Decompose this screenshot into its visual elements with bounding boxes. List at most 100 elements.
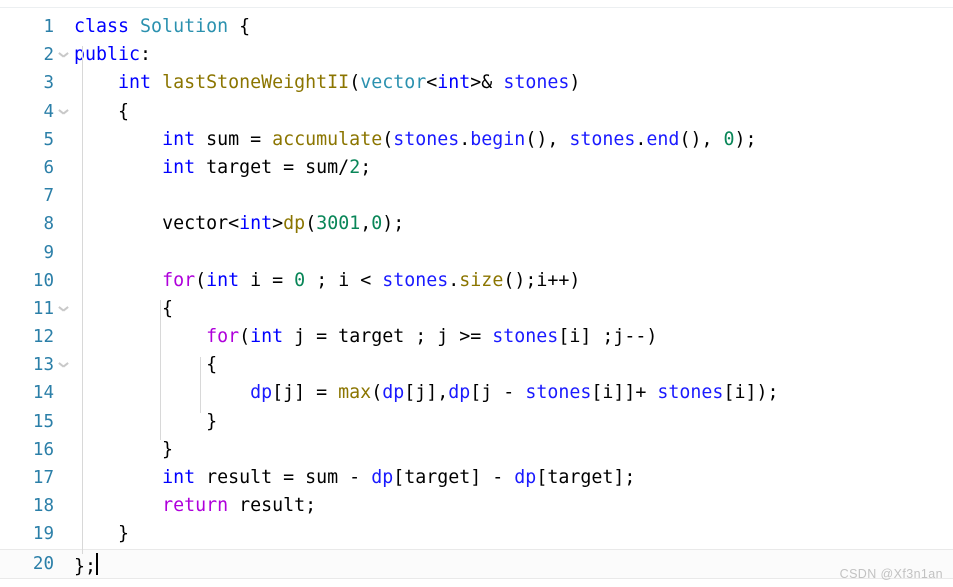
line-content[interactable]: for(int i = 0 ; i < stones.size();i++) (74, 267, 953, 295)
code-token: ; (360, 156, 372, 178)
line-content[interactable]: { (74, 351, 953, 379)
code-line[interactable]: 5 int sum = accumulate(stones.begin(), s… (0, 126, 953, 154)
indent-guide (200, 357, 201, 413)
code-token: dp (283, 213, 306, 235)
code-line[interactable]: 7 (0, 182, 953, 210)
code-token: ();i++) (503, 269, 581, 291)
text-cursor (96, 552, 99, 575)
code-token: ); (734, 128, 757, 150)
line-number: 20 (32, 553, 54, 574)
code-line[interactable]: 19 } (0, 520, 953, 548)
code-line[interactable]: 8 vector<int>dp(3001,0); (0, 210, 953, 238)
code-token: ( (305, 213, 317, 235)
line-content[interactable]: int target = sum/2; (74, 154, 953, 182)
code-token: ( (349, 72, 361, 94)
code-token: [i]]+ (591, 382, 658, 404)
code-line[interactable]: 20}; (0, 548, 953, 581)
code-line[interactable]: 14 dp[j] = max(dp[j],dp[j - stones[i]]+ … (0, 379, 953, 407)
line-content[interactable]: int result = sum - dp[target] - dp[targe… (74, 464, 953, 492)
line-content[interactable]: { (74, 98, 953, 126)
code-token: j = target ; j >= (283, 326, 493, 348)
code-token: accumulate (272, 128, 383, 150)
code-token: size (459, 269, 504, 291)
line-content[interactable]: public: (74, 41, 953, 69)
code-line[interactable]: 9 (0, 239, 953, 267)
line-number: 9 (43, 242, 54, 263)
code-lines-container[interactable]: 1 class Solution {2 public: 3 int lastStone… (0, 13, 953, 579)
code-token: Solution (140, 16, 229, 37)
line-content[interactable]: int lastStoneWeightII(vector<int>& stone… (74, 69, 953, 97)
line-content[interactable]: for(int j = target ; j >= stones[i] ;j--… (74, 323, 953, 351)
code-editor[interactable]: 1 class Solution {2 public: 3 int lastStone… (0, 0, 953, 587)
line-number: 3 (43, 73, 54, 94)
code-token: result = sum - (195, 467, 372, 488)
line-content[interactable]: int sum = accumulate(stones.begin(), sto… (74, 126, 953, 154)
indent-guide (82, 46, 83, 554)
code-token: for (206, 326, 240, 348)
code-token: ( (371, 382, 383, 404)
code-token: ( (195, 269, 207, 291)
code-token: int (250, 326, 284, 348)
code-token: int (206, 269, 240, 291)
code-line[interactable]: 17 int result = sum - dp[target] - dp[ta… (0, 464, 953, 492)
line-content[interactable]: class Solution { (74, 13, 953, 41)
line-number: 8 (43, 214, 54, 235)
code-token: , (360, 213, 372, 235)
code-line[interactable]: 3 int lastStoneWeightII(vector<int>& sto… (0, 69, 953, 97)
line-content[interactable]: vector<int>dp(3001,0); (74, 210, 953, 238)
line-number: 16 (32, 439, 54, 460)
code-token: (), (525, 128, 570, 150)
code-token: 0 (371, 213, 383, 235)
code-line[interactable]: 16 } (0, 436, 953, 464)
code-token: int (239, 213, 273, 235)
line-content[interactable]: dp[j] = max(dp[j],dp[j - stones[i]]+ sto… (74, 379, 953, 407)
indent-guide (160, 300, 161, 440)
code-line[interactable]: 10 for(int i = 0 ; i < stones.size();i++… (0, 267, 953, 295)
line-content[interactable]: }; (74, 550, 953, 581)
line-content[interactable]: } (74, 408, 953, 436)
line-number: 12 (32, 327, 54, 348)
code-token: int (437, 72, 471, 94)
code-token: stones (382, 269, 449, 291)
code-token: int (162, 128, 196, 150)
line-content[interactable]: { (74, 295, 953, 323)
code-token: ); (382, 213, 405, 235)
code-token: public (74, 44, 141, 66)
code-token: 3001 (316, 213, 361, 235)
line-number: 14 (32, 383, 54, 404)
line-content[interactable]: } (74, 520, 953, 548)
code-token: stones (569, 128, 636, 150)
code-line[interactable]: 2 public: (0, 41, 953, 69)
code-line[interactable]: 18 return result; (0, 492, 953, 520)
code-token: vector (360, 72, 427, 94)
line-number: 15 (32, 411, 54, 432)
code-token: for (162, 269, 196, 291)
code-token: int (162, 467, 196, 488)
code-token: { (74, 297, 174, 319)
line-content[interactable]: return result; (74, 492, 953, 520)
code-token: stones (393, 128, 460, 150)
code-line[interactable]: 1 class Solution { (0, 13, 953, 41)
code-token: dp (250, 382, 273, 404)
code-line[interactable]: 11 { (0, 295, 953, 323)
code-line[interactable]: 15 } (0, 408, 953, 436)
code-token: int (118, 72, 152, 94)
code-token: [i] ;j--) (558, 326, 658, 348)
code-token: vector (162, 213, 229, 235)
code-line[interactable]: 4 { (0, 98, 953, 126)
code-line[interactable]: 12 for(int j = target ; j >= stones[i] ;… (0, 323, 953, 351)
code-line[interactable]: 13 { (0, 351, 953, 379)
line-content[interactable]: } (74, 436, 953, 464)
code-token: stones (657, 382, 724, 404)
code-token: 2 (349, 156, 361, 178)
code-token: lastStoneWeightII (162, 72, 350, 94)
code-line[interactable]: 6 int target = sum/2; (0, 154, 953, 182)
code-token: dp (382, 382, 405, 404)
code-token: return (162, 495, 229, 517)
